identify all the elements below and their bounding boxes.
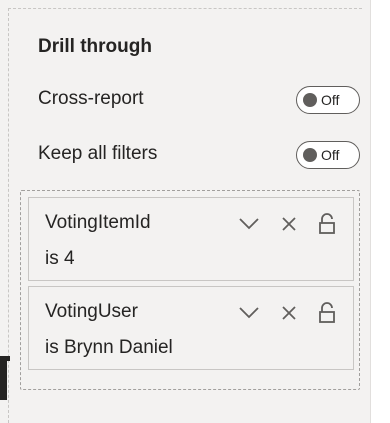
- pane-top-dashed-border: [8, 8, 362, 10]
- toggle-state: Off: [321, 92, 340, 108]
- chevron-down-icon[interactable]: [237, 212, 261, 236]
- toggle-knob: [303, 93, 317, 107]
- cropped-canvas-edge: [0, 352, 10, 402]
- lock-icon[interactable]: [315, 301, 339, 325]
- filter-field-name: VotingItemId: [45, 212, 151, 233]
- keep-all-filters-toggle[interactable]: Off: [296, 141, 360, 169]
- toggle-knob: [303, 148, 317, 162]
- filter-card-votingitemid[interactable]: VotingItemId is 4: [28, 197, 354, 281]
- toggle-state: Off: [321, 147, 340, 163]
- close-icon[interactable]: [277, 212, 301, 236]
- chevron-down-icon[interactable]: [237, 301, 261, 325]
- right-panel-edge: [370, 0, 390, 423]
- close-icon[interactable]: [277, 301, 301, 325]
- filter-condition: is Brynn Daniel: [45, 337, 173, 358]
- filter-card-votinguser[interactable]: VotingUser is Brynn Daniel: [28, 286, 354, 370]
- cross-report-label: Cross-report: [38, 88, 144, 109]
- filter-field-name: VotingUser: [45, 301, 138, 322]
- cross-report-toggle[interactable]: Off: [296, 86, 360, 114]
- drill-through-pane: Drill through Cross-report Off Keep all …: [0, 0, 370, 423]
- keep-all-filters-label: Keep all filters: [38, 143, 158, 164]
- section-title: Drill through: [38, 36, 152, 57]
- filter-condition: is 4: [45, 248, 75, 269]
- lock-icon[interactable]: [315, 212, 339, 236]
